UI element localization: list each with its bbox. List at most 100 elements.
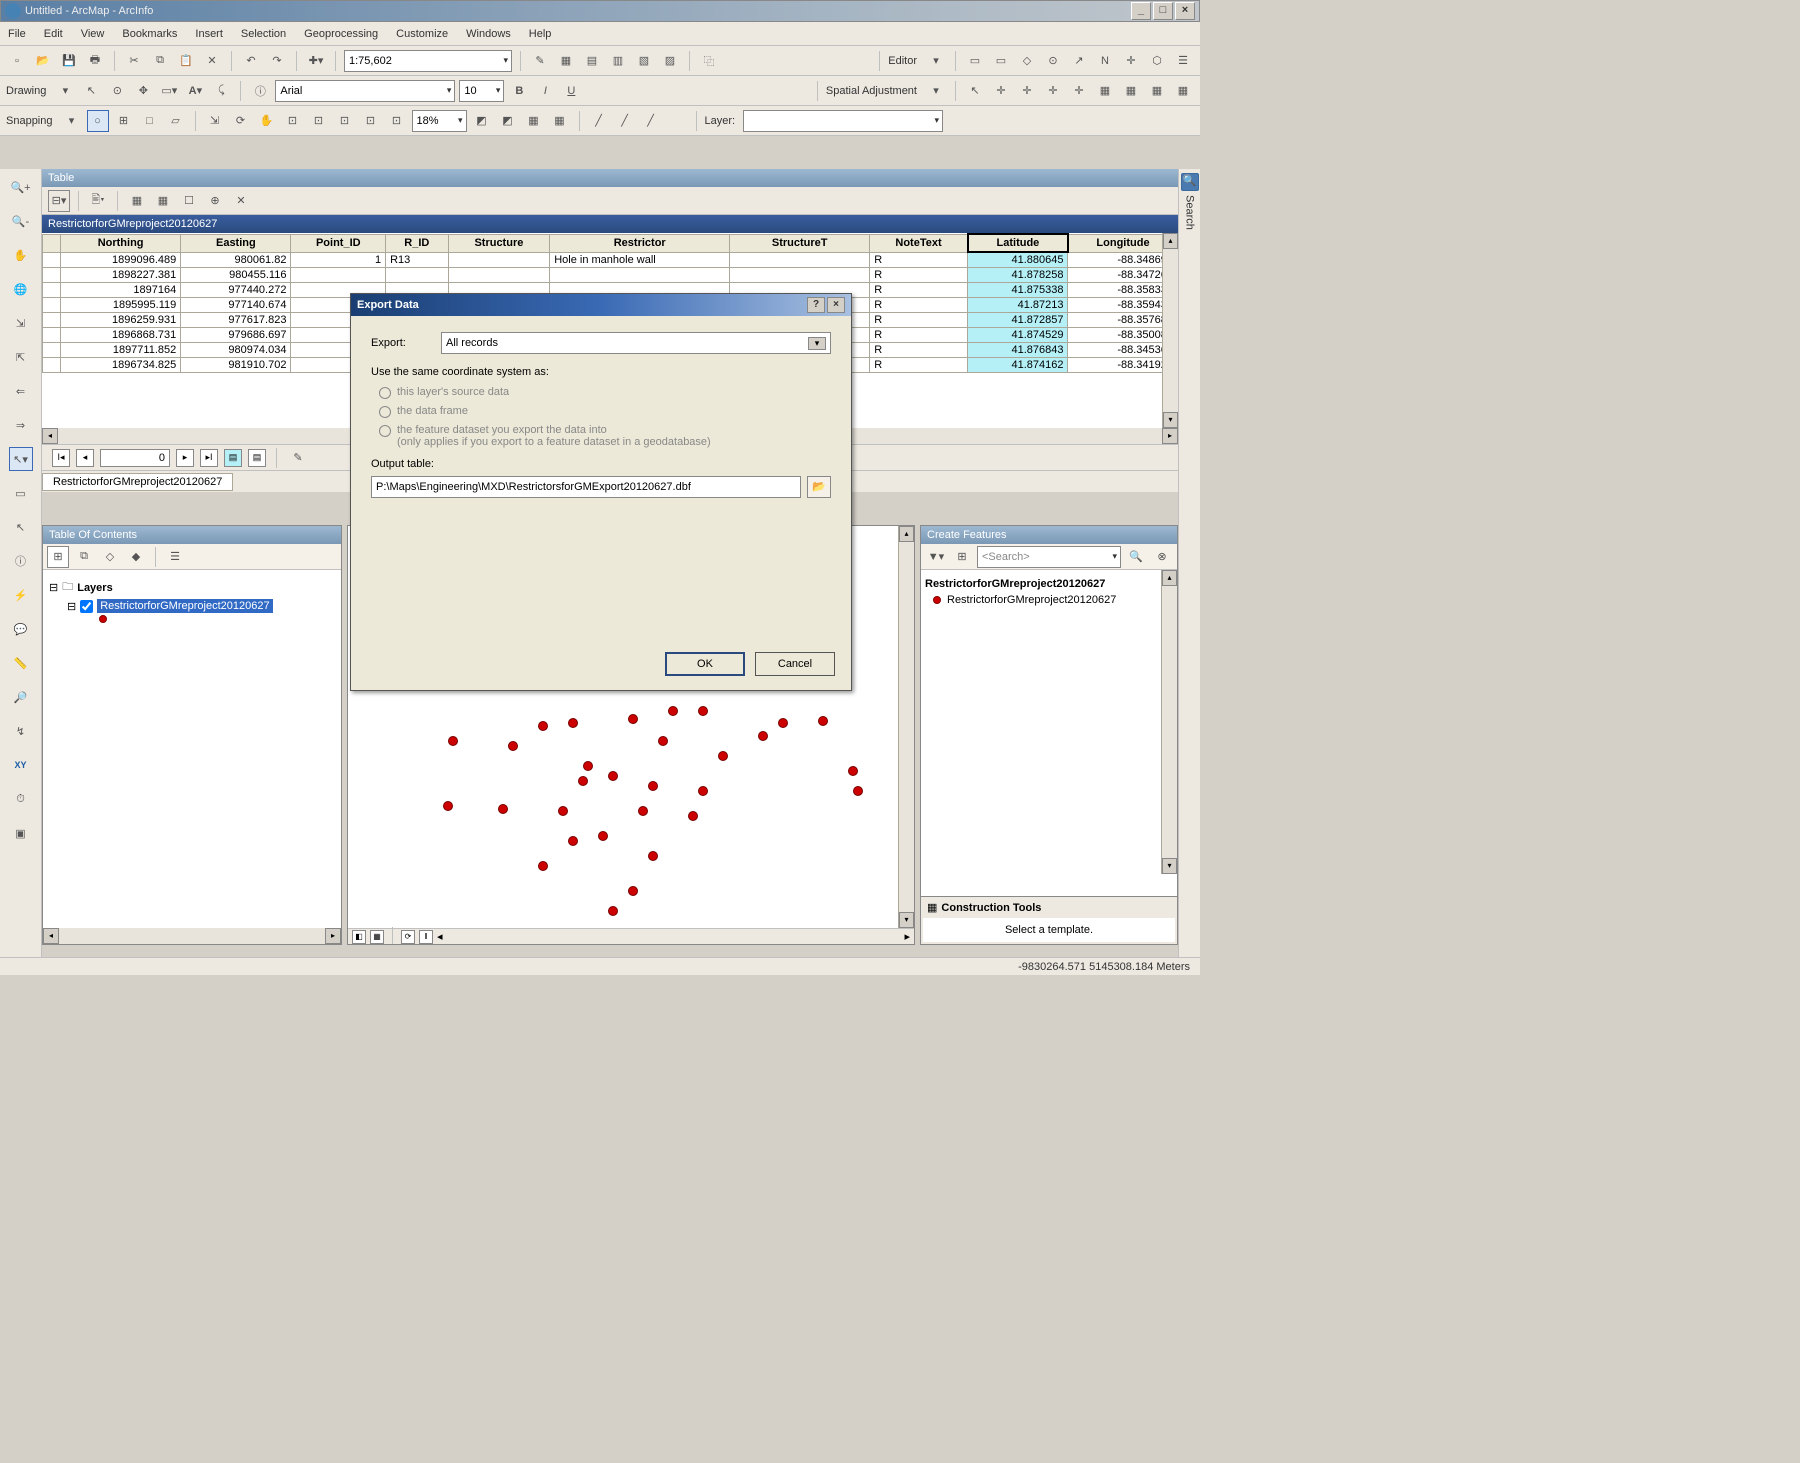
map-point[interactable] (638, 806, 648, 816)
radio-source-data[interactable]: this layer's source data (379, 386, 831, 399)
sa-tool8-icon[interactable]: ▦ (1172, 80, 1194, 102)
show-all-icon[interactable]: ▤ (224, 449, 242, 467)
font-list-icon[interactable]: ⓘ (249, 80, 271, 102)
map-point[interactable] (698, 706, 708, 716)
tool-c-icon[interactable]: ◇ (1016, 50, 1038, 72)
maximize-button[interactable]: □ (1153, 2, 1173, 20)
line1-icon[interactable]: ╱ (588, 110, 610, 132)
map-point[interactable] (718, 751, 728, 761)
rect-icon[interactable]: ▭▾ (158, 80, 180, 102)
map-point[interactable] (778, 718, 788, 728)
table-options-icon[interactable]: ⊟▾ (48, 190, 70, 212)
table-vscroll[interactable]: ▴▾ (1162, 233, 1178, 428)
menu-selection[interactable]: Selection (241, 28, 286, 40)
map-point[interactable] (538, 861, 548, 871)
zoom-in-icon[interactable]: 🔍+ (9, 175, 33, 199)
line3-icon[interactable]: ╱ (640, 110, 662, 132)
find-icon[interactable]: 🔎 (9, 685, 33, 709)
editor-toolbar-icon[interactable]: ✎ (529, 50, 551, 72)
open-icon[interactable]: 📂 (32, 50, 54, 72)
show-selected-icon[interactable]: ▤ (248, 449, 266, 467)
identify-icon[interactable]: ⓘ (9, 549, 33, 573)
georef7-icon[interactable]: ⊡ (360, 110, 382, 132)
table-row[interactable]: 1898227.381980455.116 R41.878258-88.3472… (43, 268, 1178, 283)
map-point[interactable] (658, 736, 668, 746)
map-point[interactable] (698, 786, 708, 796)
tool-b-icon[interactable]: ▭ (990, 50, 1012, 72)
menu-view[interactable]: View (81, 28, 105, 40)
minimize-button[interactable]: _ (1131, 2, 1151, 20)
map-point[interactable] (758, 731, 768, 741)
modelbuilder-icon[interactable]: ▨ (659, 50, 681, 72)
fixed-zoom-out-icon[interactable]: ⇱ (9, 345, 33, 369)
find-route-icon[interactable]: ↯ (9, 719, 33, 743)
redo-icon[interactable]: ↷ (266, 50, 288, 72)
delete-icon[interactable]: ✕ (201, 50, 223, 72)
cf-template-item[interactable]: RestrictorforGMreproject20120627 (933, 594, 1173, 606)
nav-prev-icon[interactable]: ◂ (76, 449, 94, 467)
map-point[interactable] (688, 811, 698, 821)
toc-list-by-selection-icon[interactable]: ◆ (125, 546, 147, 568)
tool-d-icon[interactable]: ⊙ (1042, 50, 1064, 72)
percent-dropdown[interactable]: 18% (412, 110, 467, 132)
nav-last-icon[interactable]: ▸I (200, 449, 218, 467)
map-point[interactable] (648, 781, 658, 791)
copy-icon[interactable]: ⧉ (149, 50, 171, 72)
tool-e-icon[interactable]: ↗ (1068, 50, 1090, 72)
map-point[interactable] (498, 804, 508, 814)
snap-point-icon[interactable]: ○ (87, 110, 109, 132)
undo-icon[interactable]: ↶ (240, 50, 262, 72)
menu-bookmarks[interactable]: Bookmarks (122, 28, 177, 40)
nav-first-icon[interactable]: I◂ (52, 449, 70, 467)
time-slider-icon[interactable]: ⏱ (9, 787, 33, 811)
paste-icon[interactable]: 📋 (175, 50, 197, 72)
georef1-icon[interactable]: ⇲ (204, 110, 226, 132)
nav-next-icon[interactable]: ▸ (176, 449, 194, 467)
python-icon[interactable]: ▧ (633, 50, 655, 72)
full-extent-icon[interactable]: 🌐 (9, 277, 33, 301)
related-tables-icon[interactable]: 🖹▾ (87, 190, 109, 212)
misc2-icon[interactable]: ◩ (497, 110, 519, 132)
georef3-icon[interactable]: ✋ (256, 110, 278, 132)
print-icon[interactable]: 🖶 (84, 50, 106, 72)
export-dropdown[interactable]: All records (441, 332, 831, 354)
tool-a-icon[interactable]: ▭ (964, 50, 986, 72)
rotate-icon[interactable]: ⊙ (106, 80, 128, 102)
cf-arrange-icon[interactable]: ⊞ (951, 546, 973, 568)
tool-g-icon[interactable]: ✛ (1120, 50, 1142, 72)
col-easting[interactable]: Easting (181, 234, 291, 252)
snap-vertex-icon[interactable]: □ (139, 110, 161, 132)
save-icon[interactable]: 💾 (58, 50, 80, 72)
next-extent-icon[interactable]: ⇒ (9, 413, 33, 437)
tool-f-icon[interactable]: N (1094, 50, 1116, 72)
col-structure[interactable]: Structure (448, 234, 550, 252)
sa-tool3-icon[interactable]: ✛ (1042, 80, 1064, 102)
delete-selected-icon[interactable]: ✕ (230, 190, 252, 212)
zoom-selected-icon[interactable]: ⊕ (204, 190, 226, 212)
misc1-icon[interactable]: ◩ (471, 110, 493, 132)
tool-i-icon[interactable]: ☰ (1172, 50, 1194, 72)
cancel-button[interactable]: Cancel (755, 652, 835, 676)
dialog-help-button[interactable]: ? (807, 297, 825, 313)
cut-icon[interactable]: ✂ (123, 50, 145, 72)
tree-root[interactable]: ⊟🗀 Layers (49, 578, 335, 597)
select-features-icon[interactable]: ↖▾ (9, 447, 33, 471)
cf-vscroll[interactable]: ▴▾ (1161, 570, 1177, 874)
new-icon[interactable]: ▫ (6, 50, 28, 72)
radio-data-frame[interactable]: the data frame (379, 405, 831, 418)
zoom-out-icon[interactable]: 🔍- (9, 209, 33, 233)
col-rid[interactable]: R_ID (386, 234, 449, 252)
ok-button[interactable]: OK (665, 652, 745, 676)
map-point[interactable] (668, 706, 678, 716)
select-by-attr-icon[interactable]: ▦ (126, 190, 148, 212)
georef6-icon[interactable]: ⊡ (334, 110, 356, 132)
viewer-icon[interactable]: ▣ (9, 821, 33, 845)
map-point[interactable] (538, 721, 548, 731)
georef5-icon[interactable]: ⊡ (308, 110, 330, 132)
map-point[interactable] (558, 806, 568, 816)
catalog-icon[interactable]: ▤ (581, 50, 603, 72)
fontsize-dropdown[interactable]: 10 (459, 80, 504, 102)
toc-list-by-source-icon[interactable]: ⧉ (73, 546, 95, 568)
map-point[interactable] (608, 771, 618, 781)
dialog-close-button[interactable]: × (827, 297, 845, 313)
